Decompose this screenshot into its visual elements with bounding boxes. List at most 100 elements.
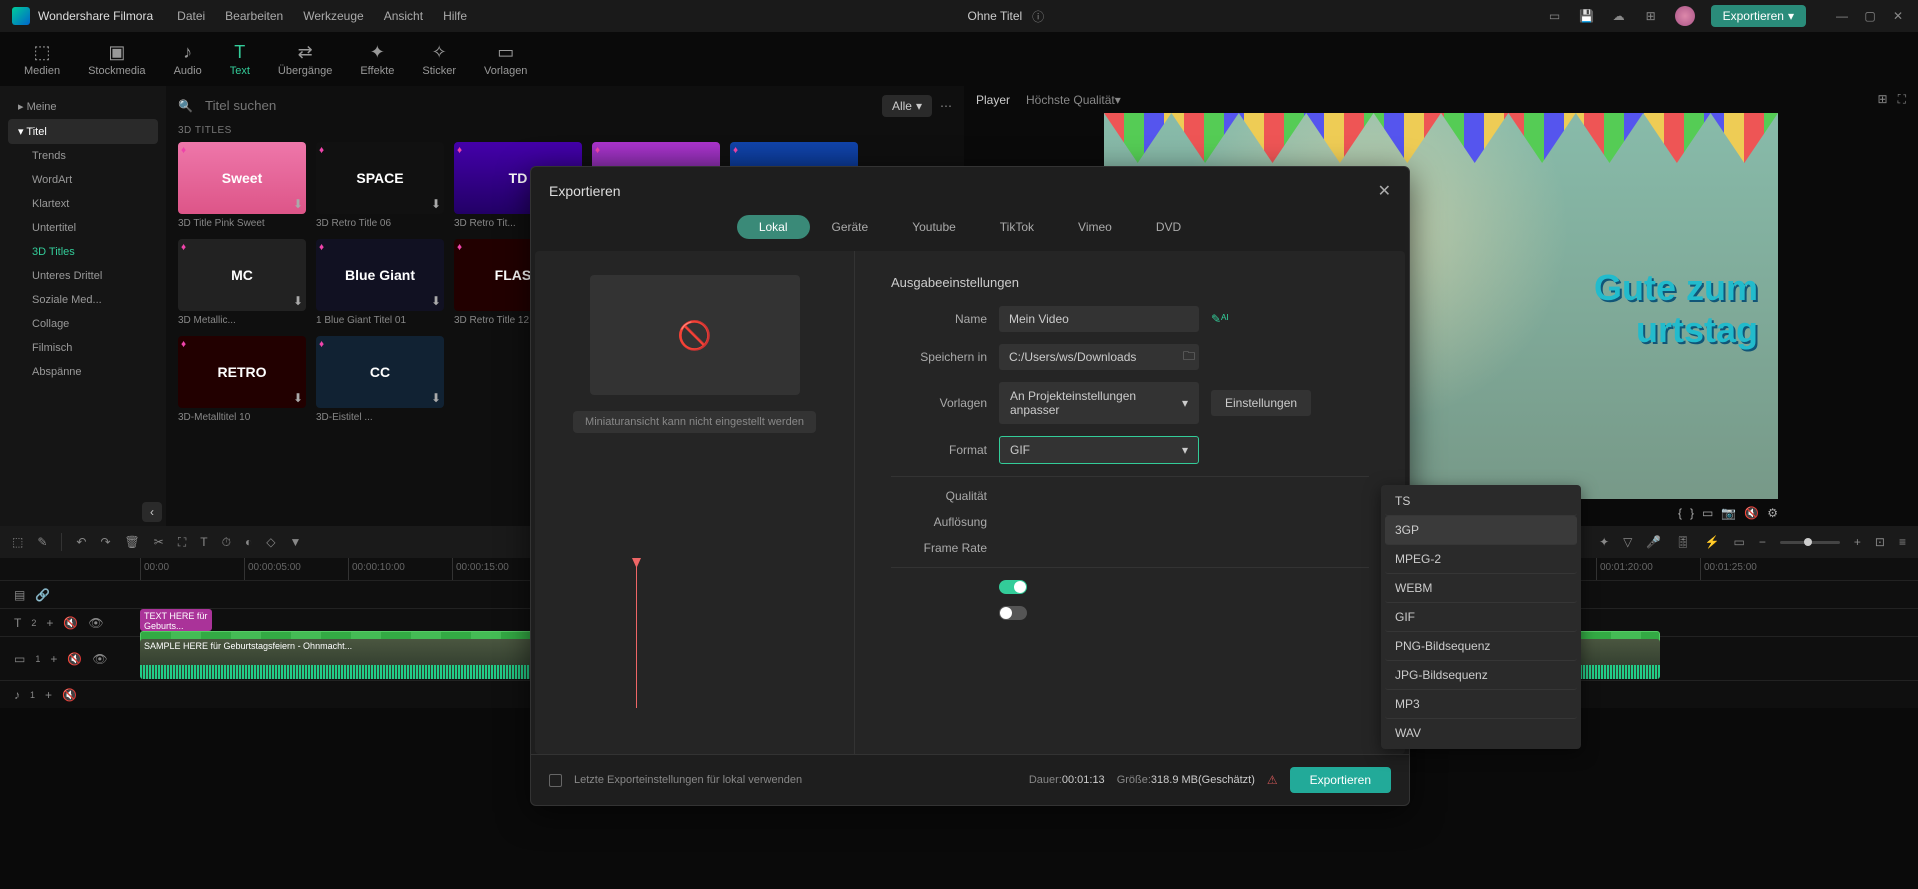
nav-tab-vorlagen[interactable]: ▭Vorlagen	[484, 42, 527, 77]
format-select[interactable]: GIF▾	[999, 436, 1199, 464]
link-icon[interactable]: 🔗	[35, 588, 50, 602]
sidebar-item[interactable]: Soziale Med...	[8, 288, 158, 312]
mute-icon[interactable]: 🔇	[1744, 506, 1759, 520]
sidebar-item[interactable]: Filmisch	[8, 336, 158, 360]
cloud-icon[interactable]: ☁	[1611, 8, 1627, 24]
sidebar-item[interactable]: Collage	[8, 312, 158, 336]
track-add-icon[interactable]: +	[45, 688, 52, 702]
sidebar-item[interactable]: Klartext	[8, 192, 158, 216]
menu-view[interactable]: Ansicht	[384, 9, 423, 23]
nav-tab-text[interactable]: TText	[230, 42, 250, 77]
thumbnail-item[interactable]: ♦Sweet⬇3D Title Pink Sweet	[178, 142, 306, 229]
thumbnail-item[interactable]: ♦Blue Giant⬇1 Blue Giant Titel 01	[316, 239, 444, 326]
search-input[interactable]	[201, 94, 874, 117]
save-icon[interactable]: 💾	[1579, 8, 1595, 24]
fullscreen-icon[interactable]: ▭	[1702, 506, 1713, 520]
export-tab-dvd[interactable]: DVD	[1134, 215, 1203, 239]
export-button[interactable]: Exportieren ▾	[1711, 5, 1806, 27]
format-option[interactable]: TS	[1385, 487, 1577, 516]
nav-tab-audio[interactable]: ♪Audio	[174, 42, 202, 77]
thumbnail-item[interactable]: ♦MC⬇3D Metallic...	[178, 239, 306, 326]
quality-dropdown[interactable]: Höchste Qualität▾	[1026, 93, 1121, 107]
sidebar-item[interactable]: WordArt	[8, 168, 158, 192]
sidebar-item[interactable]: Abspänne	[8, 360, 158, 384]
format-option[interactable]: WAV	[1385, 719, 1577, 747]
toggle-1[interactable]	[999, 580, 1027, 594]
thumbnail-item[interactable]: ♦CC⬇3D-Eistitel ...	[316, 336, 444, 423]
zoom-fit-icon[interactable]: ⊡	[1875, 535, 1885, 549]
apps-icon[interactable]: ⊞	[1643, 8, 1659, 24]
nav-tab-sticker[interactable]: ✧Sticker	[422, 42, 456, 77]
nav-tab-effekte[interactable]: ✦Effekte	[360, 42, 394, 77]
undo-icon[interactable]: ↶	[76, 535, 86, 549]
delete-icon[interactable]: 🗑	[125, 535, 140, 549]
track-mute-icon[interactable]: 🔇	[62, 688, 77, 702]
nav-tab-übergänge[interactable]: ⇄Übergänge	[278, 42, 332, 77]
format-option[interactable]: WEBM	[1385, 574, 1577, 603]
track-mute-icon[interactable]: 🔇	[63, 616, 78, 630]
mixer-icon[interactable]: 🎚	[1675, 535, 1690, 549]
expand-icon[interactable]: ⛶	[1898, 92, 1906, 107]
crop-icon[interactable]: ⛶	[178, 535, 186, 550]
download-icon[interactable]: ⬇	[431, 197, 441, 211]
format-option[interactable]: MP3	[1385, 690, 1577, 719]
marker-icon[interactable]: ▼	[289, 535, 301, 549]
track-visible-icon[interactable]: 👁	[88, 616, 103, 630]
download-icon[interactable]: ⬇	[431, 391, 441, 405]
tree-titel[interactable]: ▾ Titel	[8, 119, 158, 144]
mic-icon[interactable]: 🎤	[1646, 535, 1661, 549]
marker2-icon[interactable]: ▽	[1623, 535, 1632, 549]
settings-button[interactable]: Einstellungen	[1211, 390, 1311, 416]
user-avatar[interactable]	[1675, 6, 1695, 26]
mark-in-icon[interactable]: {	[1678, 506, 1682, 520]
export-tab-tiktok[interactable]: TikTok	[978, 215, 1056, 239]
info-icon[interactable]: ⓘ	[1030, 8, 1046, 24]
remember-checkbox[interactable]	[549, 774, 562, 787]
menu-tools[interactable]: Werkzeuge	[303, 9, 363, 23]
tree-meine[interactable]: ▸ Meine	[8, 94, 158, 119]
redo-icon[interactable]: ↷	[100, 535, 110, 549]
template-select[interactable]: An Projekteinstellungen anpasser▾	[999, 382, 1199, 424]
download-icon[interactable]: ⬇	[293, 294, 303, 308]
export-tab-youtube[interactable]: Youtube	[890, 215, 978, 239]
thumbnail-item[interactable]: ♦RETRO⬇3D-Metalltitel 10	[178, 336, 306, 423]
export-tab-geräte[interactable]: Geräte	[810, 215, 891, 239]
format-option[interactable]: JPG-Bildsequenz	[1385, 661, 1577, 690]
save-path-input[interactable]	[999, 344, 1199, 370]
ai-rename-icon[interactable]: ✎ᴬᴵ	[1211, 312, 1229, 326]
sidebar-item[interactable]: Unteres Drittel	[8, 264, 158, 288]
download-icon[interactable]: ⬇	[293, 197, 303, 211]
zoom-out-icon[interactable]: −	[1759, 535, 1766, 549]
keyframe-icon[interactable]: ◇	[266, 535, 275, 549]
maximize-icon[interactable]: ▢	[1862, 8, 1878, 24]
speed-icon[interactable]: ⏱	[222, 535, 231, 550]
filter-dropdown[interactable]: Alle ▾	[882, 95, 932, 117]
more-icon[interactable]: ⋯	[940, 99, 952, 113]
nav-tab-stockmedia[interactable]: ▣Stockmedia	[88, 42, 145, 77]
text-tool-icon[interactable]: T	[200, 535, 207, 549]
download-icon[interactable]: ⬇	[293, 391, 303, 405]
sidebar-item[interactable]: Untertitel	[8, 216, 158, 240]
settings-icon[interactable]: ⚙	[1767, 506, 1778, 520]
export-action-button[interactable]: Exportieren	[1290, 767, 1391, 793]
select-tool-icon[interactable]: ⬚	[12, 535, 23, 549]
download-icon[interactable]: ⬇	[431, 294, 441, 308]
sidebar-item[interactable]: 3D Titles	[8, 240, 158, 264]
nav-tab-medien[interactable]: ⬚Medien	[24, 42, 60, 77]
track-visible-icon[interactable]: 👁	[92, 652, 107, 666]
format-option[interactable]: PNG-Bildsequenz	[1385, 632, 1577, 661]
menu-edit[interactable]: Bearbeiten	[225, 9, 283, 23]
split-icon[interactable]: ✂	[154, 535, 164, 549]
track-stack-icon[interactable]: ▤	[14, 588, 25, 602]
export-tab-vimeo[interactable]: Vimeo	[1056, 215, 1134, 239]
folder-icon[interactable]: 🗀	[1183, 347, 1195, 368]
monitor-icon[interactable]: ▭	[1547, 8, 1563, 24]
snapshot-icon[interactable]: 📷	[1721, 506, 1736, 520]
playhead[interactable]	[636, 558, 637, 708]
track-mute-icon[interactable]: 🔇	[67, 652, 82, 666]
sidebar-item[interactable]: Trends	[8, 144, 158, 168]
warning-icon[interactable]: ⚠	[1267, 773, 1278, 787]
snap-icon[interactable]: ▭	[1734, 535, 1745, 549]
player-tab[interactable]: Player	[976, 93, 1010, 107]
zoom-in-icon[interactable]: +	[1854, 535, 1861, 549]
